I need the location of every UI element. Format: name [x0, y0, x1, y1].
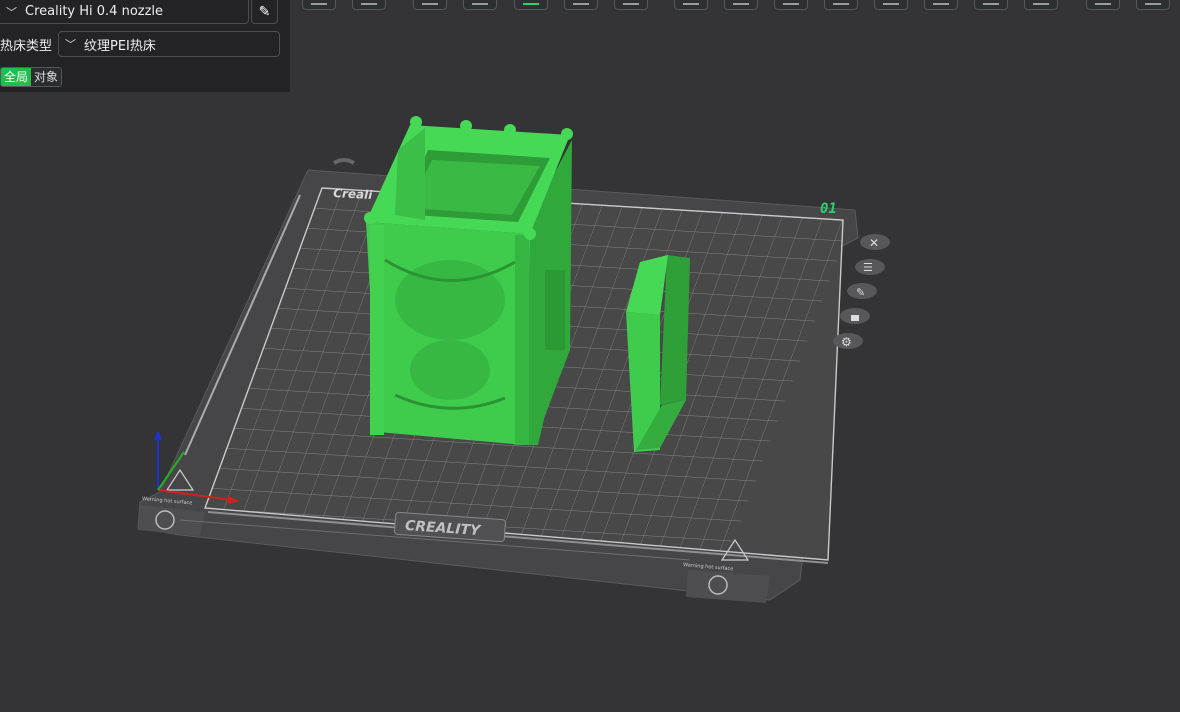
plate-edit-button[interactable]: ✎ — [847, 283, 877, 299]
plate-settings-button[interactable]: ⚙ — [833, 333, 863, 349]
plate-handle — [332, 158, 356, 165]
printer-select[interactable]: ﹀ Creality Hi 0.4 nozzle — [0, 0, 249, 24]
plate-list-button[interactable]: ☰ — [855, 259, 885, 275]
list-icon: ☰ — [863, 261, 873, 274]
pencil-icon: ✎ — [258, 3, 271, 20]
bed-type-value: 纹理PEI热床 — [84, 38, 156, 54]
edit-printer-button[interactable]: ✎ — [251, 0, 278, 24]
brand-label-partial: Creali — [333, 186, 374, 202]
bed-type-select[interactable]: ﹀ 纹理PEI热床 — [58, 31, 280, 57]
lock-icon — [851, 315, 859, 321]
plate-lock-button[interactable] — [840, 308, 870, 324]
edit-icon: ✎ — [856, 286, 865, 299]
close-icon: ✕ — [869, 236, 879, 250]
scope-toggle: 全局 对象 — [0, 67, 63, 87]
chevron-down-icon: ﹀ — [65, 38, 76, 51]
3d-viewport[interactable]: CREALITY Creali 01 Warning hot surface W… — [0, 0, 1180, 712]
settings-icon: ⚙ — [841, 335, 852, 349]
bed-type-label: 热床类型 — [0, 39, 53, 54]
plate-number: 01 — [820, 201, 837, 217]
printer-name: Creality Hi 0.4 nozzle — [25, 4, 164, 19]
model-box[interactable] — [364, 116, 573, 445]
settings-panel: ﹀ Creality Hi 0.4 nozzle ✎ 热床类型 ﹀ 纹理PEI热… — [0, 0, 290, 92]
chevron-down-icon: ﹀ — [6, 5, 17, 19]
object-tab[interactable]: 对象 — [31, 68, 62, 86]
close-plate-button[interactable]: ✕ — [860, 234, 890, 250]
global-tab[interactable]: 全局 — [1, 68, 32, 86]
